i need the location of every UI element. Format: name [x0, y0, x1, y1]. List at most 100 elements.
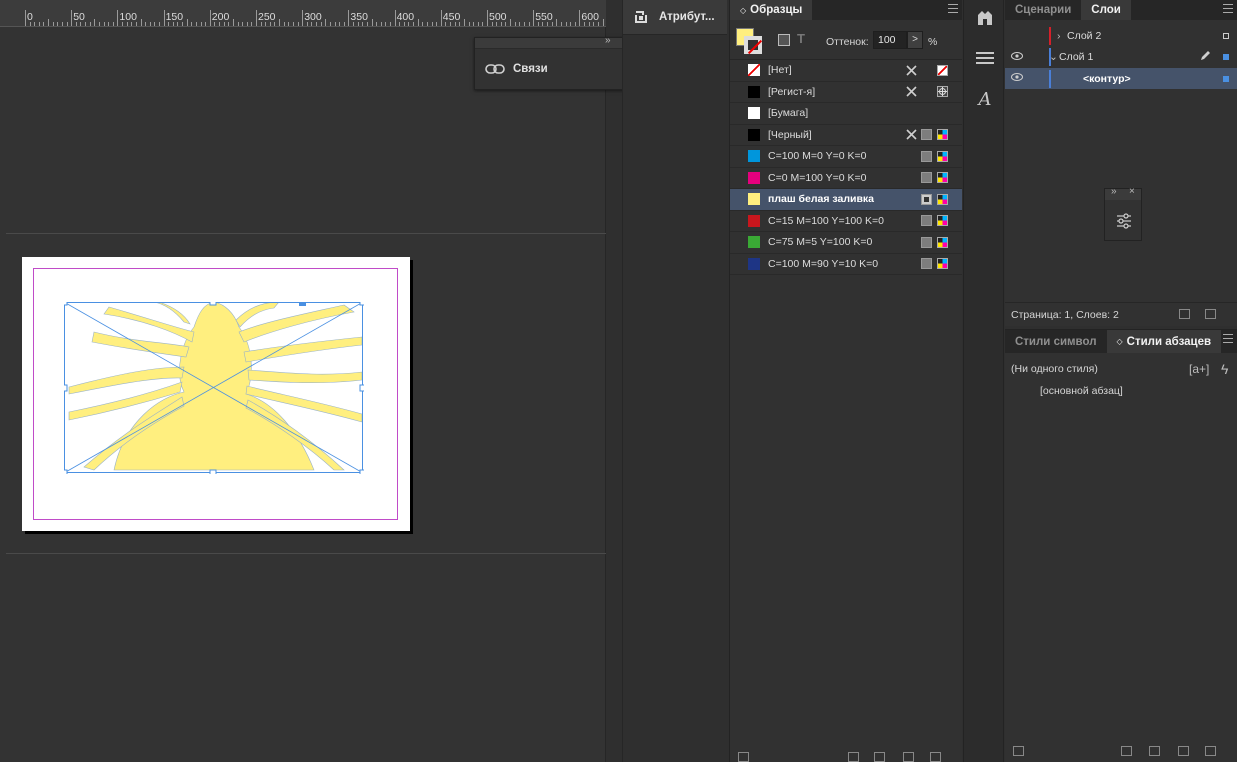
text-formatting-icon[interactable]: T — [797, 31, 805, 46]
collapse-icon[interactable]: » — [605, 35, 611, 46]
ruler-tick — [371, 19, 373, 26]
swatch-row[interactable]: C=0 M=100 Y=0 K=0 — [730, 168, 962, 189]
hamburger-panel-icon[interactable] — [974, 47, 996, 69]
ruler-tick — [473, 22, 475, 26]
ruler-tick — [325, 19, 327, 26]
tab-paragraph-styles-label: Стили абзацев — [1126, 335, 1212, 348]
links-floating-panel: » × Связи — [474, 35, 636, 90]
layer-name: <контур> — [1083, 72, 1131, 85]
layers-status-text: Страница: 1, Слоев: 2 — [1011, 308, 1119, 321]
folder-icon[interactable] — [1121, 746, 1132, 756]
frame-handle — [209, 469, 217, 474]
tab-layers[interactable]: Слои — [1081, 0, 1131, 20]
sun-artwork-frame[interactable] — [64, 302, 364, 474]
sliders-icon[interactable] — [1116, 213, 1132, 232]
swatch-row[interactable]: [Нет] — [730, 60, 962, 82]
tab-character-styles[interactable]: Стили символ — [1005, 330, 1107, 353]
ruler-tick — [440, 10, 442, 26]
swatch-row[interactable]: C=100 M=0 Y=0 K=0 — [730, 146, 962, 168]
swatch-row[interactable]: C=75 M=5 Y=100 K=0 — [730, 232, 962, 254]
tab-scripts[interactable]: Сценарии — [1005, 0, 1081, 20]
stroke-swatch-box[interactable] — [744, 36, 762, 54]
swatch-row[interactable]: [Черный] — [730, 125, 962, 146]
layer-row[interactable]: ⌄ Слой 1 — [1005, 47, 1237, 68]
panel-title-bar[interactable]: » × — [1105, 186, 1141, 200]
ruler-tick — [232, 19, 234, 26]
ruler-tick — [422, 22, 424, 26]
paragraph-style-row[interactable]: [основной абзац] — [1005, 380, 1237, 401]
style-row-none[interactable]: (Ни одного стиля) [a+] ϟ — [1005, 358, 1237, 379]
ruler-tick — [556, 19, 558, 26]
panel-menu-icon[interactable] — [1223, 334, 1233, 343]
selection-square-icon[interactable] — [1223, 75, 1229, 82]
new-style-icon[interactable] — [1178, 746, 1189, 756]
cmyk-mode-icon — [937, 129, 948, 141]
document-page[interactable] — [22, 257, 410, 531]
expand-arrow-icon[interactable]: › — [1057, 30, 1061, 42]
layer-row[interactable]: <контур> — [1005, 68, 1237, 89]
document-canvas[interactable]: 0 50 100 150 200 250 300 350 400 450 500 550 600 — [0, 0, 636, 762]
ruler-tick — [297, 22, 299, 26]
swatch-row[interactable]: [Регист-я] — [730, 82, 962, 103]
folder-icon[interactable] — [874, 752, 885, 762]
eye-icon[interactable] — [1011, 51, 1023, 63]
tint-input[interactable]: 100 — [873, 31, 907, 49]
eye-icon[interactable] — [1011, 73, 1023, 84]
tab-paragraph-styles[interactable]: ◇ Стили абзацев — [1106, 330, 1222, 353]
new-color-group-icon[interactable] — [848, 752, 859, 762]
ruler-tick — [468, 22, 470, 26]
swatches-bottom-bar — [730, 752, 963, 762]
swatch-color-chip — [748, 64, 760, 77]
ruler-label: 300 — [304, 11, 322, 23]
cmyk-mode-icon — [937, 150, 948, 162]
new-style-from-selection-icon[interactable]: [a+] — [1189, 362, 1209, 376]
glyphs-panel-icon[interactable]: A — [974, 88, 996, 110]
attributes-icon — [635, 11, 647, 23]
style-override-icon[interactable] — [1013, 746, 1024, 756]
attributes-panel-button[interactable]: Атрибут... — [623, 0, 727, 35]
new-layer-icon[interactable] — [1179, 309, 1190, 319]
new-swatch-icon[interactable] — [903, 752, 914, 762]
swatch-row[interactable]: [Бумага] — [730, 103, 962, 125]
tab-arrow-icon: ◇ — [740, 5, 747, 15]
ruler-tick — [514, 22, 516, 26]
collapse-icon[interactable]: » — [1111, 186, 1117, 197]
ruler-tick — [158, 22, 160, 26]
links-panel-button[interactable]: Связи — [475, 49, 635, 89]
close-icon[interactable]: × — [1129, 186, 1135, 197]
lightning-icon[interactable]: ϟ — [1221, 361, 1228, 377]
container-formatting-icon[interactable] — [778, 34, 790, 46]
swatch-row[interactable]: плаш белая заливка — [730, 189, 962, 211]
panel-menu-icon[interactable] — [948, 4, 958, 13]
selection-square-icon[interactable] — [1223, 32, 1229, 39]
swatch-row[interactable]: C=15 M=100 Y=100 K=0 — [730, 211, 962, 232]
panel-title-bar[interactable]: » × — [475, 35, 635, 49]
ruler-tick — [570, 22, 572, 26]
ruler-tick — [71, 10, 73, 26]
horizontal-ruler[interactable]: 0 50 100 150 200 250 300 350 400 450 500 550 600 — [0, 0, 606, 27]
layer-row[interactable]: › Слой 2 — [1005, 25, 1237, 46]
none-mode-icon — [937, 64, 948, 76]
ruler-tick — [98, 22, 100, 26]
attributes-panel-column: Атрибут... — [622, 0, 727, 762]
tint-slider-button[interactable]: > — [907, 31, 923, 49]
trash-icon[interactable] — [1205, 746, 1216, 756]
ruler-tick — [560, 22, 562, 26]
panel-menu-icon[interactable] — [1223, 4, 1233, 13]
cc-libraries-icon[interactable] — [974, 7, 996, 29]
ruler-tick — [565, 22, 567, 26]
ruler-tick — [25, 10, 26, 26]
delete-layer-icon[interactable] — [1205, 309, 1216, 319]
frame-handle — [359, 469, 364, 474]
collapse-arrow-icon[interactable]: ⌄ — [1049, 51, 1058, 63]
selection-square-icon[interactable] — [1223, 54, 1229, 60]
trash-icon[interactable] — [930, 752, 941, 762]
ruler-label: 450 — [442, 11, 461, 23]
tab-swatches[interactable]: ◇ Образцы — [730, 0, 813, 20]
tint-label: Оттенок: — [826, 36, 869, 48]
swatch-view-icon[interactable] — [738, 752, 749, 762]
ruler-tick — [61, 22, 63, 26]
ruler-tick — [246, 22, 248, 26]
swatch-row[interactable]: C=100 M=90 Y=10 K=0 — [730, 254, 962, 275]
clear-overrides-icon[interactable] — [1149, 746, 1160, 756]
